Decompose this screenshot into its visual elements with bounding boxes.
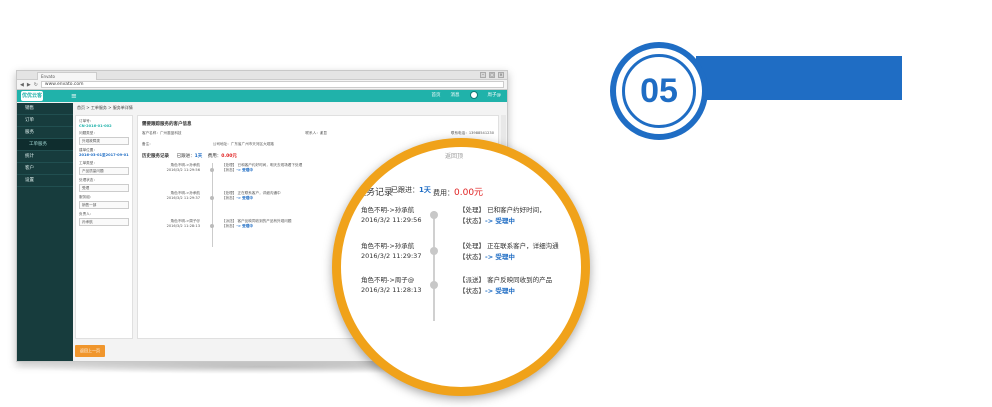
app-logo[interactable]: 优优云客 [21, 91, 43, 101]
magnifier-record-who: 角色不明->周子@ 2016/3/2 11:28:13 [361, 276, 422, 294]
sidebar-item-orders[interactable]: 订单 [17, 115, 73, 127]
sidebar-item-stats[interactable]: 统计 [17, 151, 73, 163]
close-icon[interactable]: × [498, 72, 504, 78]
breadcrumb: 首页 > 工单服务 > 服务单详情 [77, 105, 133, 110]
dept-select[interactable]: 销售一部 [79, 201, 129, 209]
ticket-number: CN-2016-01-002 [79, 124, 112, 128]
step-number: 05 [622, 54, 696, 128]
time-range[interactable]: 2016-03-01至2017-09-01 [79, 153, 129, 158]
magnifier-record-action: 【处理】 正在联系客户，详细沟通 【状态】-> 受理中 [459, 242, 559, 261]
sidebar-item-settings[interactable]: 设置 [17, 175, 73, 187]
product-label: 问题类型： [79, 131, 97, 135]
sidebar-item-ticket-service[interactable]: 工单服务 [17, 139, 73, 151]
type-label: 工单类型： [79, 161, 97, 165]
magnifier-fee: 费用：0.00元 [433, 188, 484, 198]
badge-bar [696, 56, 902, 100]
magnifier-lens: 返回顶 服务记录 已跟进：1天 费用：0.00元 角色不明->孙承航 2016/3… [332, 138, 590, 396]
sidebar-item-service[interactable]: 服务 [17, 127, 73, 139]
forward-icon[interactable]: ▶ [27, 82, 31, 88]
status-label: 处理状态： [79, 178, 97, 182]
address: 公司地址：广东省广州市天河区大观路 [212, 142, 274, 146]
refresh-icon[interactable]: ↻ [34, 82, 38, 88]
sidebar: 销售 订单 服务 工单服务 统计 客户 设置 [17, 103, 73, 361]
contact-name: 联系人：谢显 [305, 131, 327, 135]
header-home[interactable]: 首页 [432, 92, 441, 98]
customer-name: 客户名称：广州墨蓝科技 [142, 131, 182, 135]
magnifier-title: 服务记录 [357, 188, 394, 198]
address-bar-row: ◀ ▶ ↻ www.envato.com [17, 80, 507, 90]
avatar[interactable] [469, 91, 478, 99]
header-messages[interactable]: 消息 [451, 92, 460, 98]
magnifier-record-action: 【处理】 已和客户约好时间， 【状态】-> 受理中 [459, 206, 546, 225]
remark: 备注： [142, 142, 153, 146]
back-icon[interactable]: ◀ [20, 82, 24, 88]
sidebar-item-sales[interactable]: 销售 [17, 103, 73, 115]
product-select[interactable]: 外观故障类 [79, 137, 129, 145]
magnifier-record-who: 角色不明->孙承航 2016/3/2 11:29:56 [361, 206, 422, 224]
magnifier-done: 已跟进：1天 [391, 186, 431, 194]
magnifier-record-who: 角色不明->孙承航 2016/3/2 11:29:37 [361, 242, 422, 260]
status-select[interactable]: 受理 [79, 184, 129, 192]
magnifier-topright: 返回顶 [445, 153, 464, 160]
minimize-icon[interactable]: – [480, 72, 486, 78]
app-header: 优优云客 ≡ 首页 消息 周子@ [17, 90, 507, 102]
browser-titlebar: Envato – □ × [17, 71, 507, 80]
header-user[interactable]: 周子@ [488, 92, 502, 98]
menu-icon[interactable]: ≡ [71, 92, 77, 100]
type-select[interactable]: 产品质量问题 [79, 167, 129, 175]
back-button[interactable]: 返回上一页 [75, 345, 105, 357]
person-label: 负责人： [79, 212, 94, 216]
contact-phone: 联系电话：13988541230 [450, 131, 494, 135]
customer-section-title: 需要跟踪服务的客户信息 [142, 122, 192, 127]
person-select[interactable]: 孙承航 [79, 218, 129, 226]
url-input[interactable]: www.envato.com [40, 81, 504, 88]
browser-tab[interactable]: Envato [37, 72, 97, 80]
sidebar-item-customers[interactable]: 客户 [17, 163, 73, 175]
dept-label: 服务组： [79, 195, 94, 199]
step-badge: 05 [610, 42, 708, 140]
magnifier-record-action: 【派送】 客户反映同收到的产品 【状态】-> 受理中 [459, 276, 553, 295]
filter-panel: 订单号： CN-2016-01-002 问题类型： 外观故障类 建单位置： 2016-… [75, 115, 133, 339]
maximize-icon[interactable]: □ [489, 72, 495, 78]
